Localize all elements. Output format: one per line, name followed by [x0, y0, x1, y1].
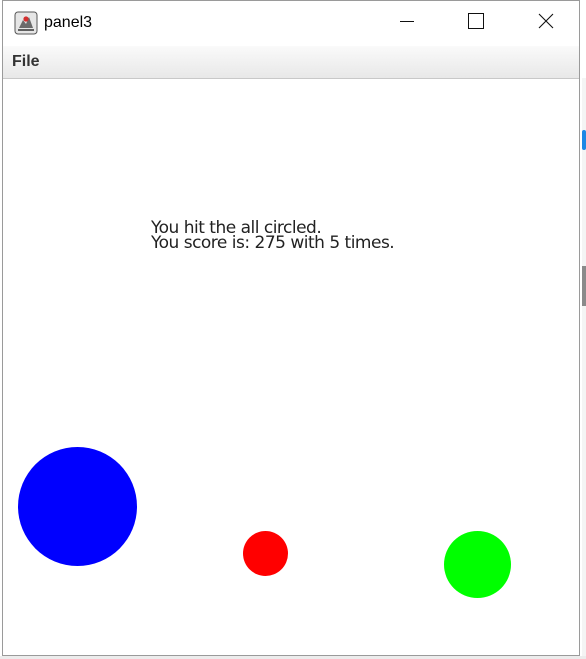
java-app-icon — [14, 11, 38, 35]
green-circle[interactable] — [444, 531, 511, 598]
menu-file[interactable]: File — [12, 53, 40, 71]
game-canvas[interactable]: You hit the all circled. You score is: 2… — [3, 79, 579, 655]
app-window: panel3 File You hit the all circled. You… — [2, 0, 580, 656]
maximize-icon — [468, 13, 484, 34]
desktop-fragment — [582, 266, 586, 306]
minimize-button[interactable] — [372, 1, 442, 46]
minimize-icon — [399, 13, 415, 34]
desktop-background-strip — [582, 78, 586, 659]
red-circle[interactable] — [243, 531, 288, 576]
maximize-button[interactable] — [441, 1, 511, 46]
blue-circle[interactable] — [18, 447, 137, 566]
desktop-fragment — [582, 130, 586, 150]
close-button[interactable] — [511, 1, 581, 46]
menu-bar: File — [3, 46, 579, 79]
title-bar[interactable]: panel3 — [3, 1, 579, 46]
window-title: panel3 — [44, 14, 93, 31]
score-message: You score is: 275 with 5 times. — [151, 233, 395, 253]
close-icon — [538, 13, 554, 34]
